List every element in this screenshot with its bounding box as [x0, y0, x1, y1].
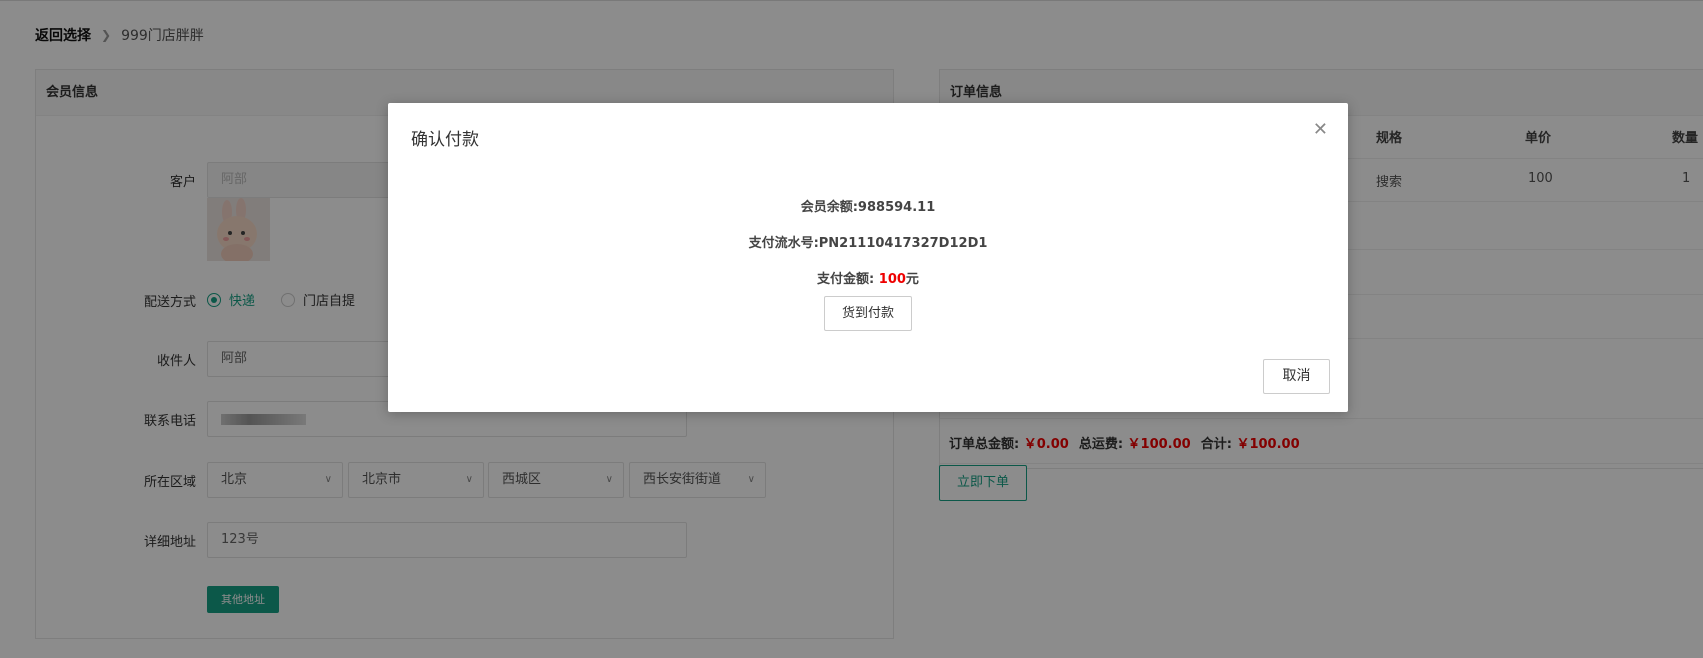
member-balance: 会员余额:988594.11	[800, 200, 936, 215]
close-icon[interactable]: ✕	[1313, 119, 1328, 140]
cash-on-delivery-button[interactable]: 货到付款	[824, 296, 912, 331]
dialog-title: 确认付款	[411, 130, 479, 150]
payment-serial: 支付流水号:PN21110417327D12D1	[748, 236, 988, 251]
payment-amount-value: 100	[878, 272, 906, 287]
payment-amount-label: 支付金额:	[817, 272, 875, 287]
confirm-payment-dialog: 确认付款 ✕ 会员余额:988594.11 支付流水号:PN2111041732…	[388, 103, 1348, 412]
payment-amount-unit: 元	[905, 272, 919, 287]
payment-amount: 支付金额: 100元	[388, 268, 1348, 287]
cancel-button[interactable]: 取消	[1263, 359, 1330, 394]
